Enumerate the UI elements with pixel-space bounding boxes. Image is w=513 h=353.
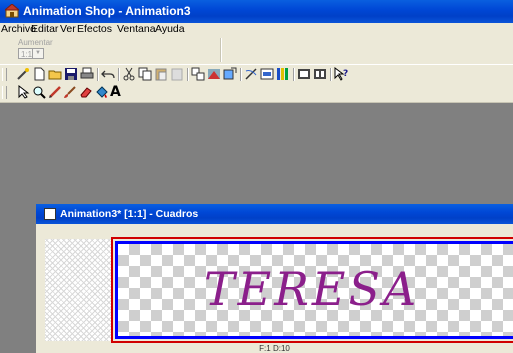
menu-bar: Archivo Editar Ver Efectos Ventana Ayuda [0, 23, 513, 36]
current-frame-border: TERESA [111, 237, 513, 343]
paste-icon[interactable] [154, 67, 168, 81]
app-icon [5, 4, 19, 18]
paste-disabled-icon[interactable] [170, 67, 184, 81]
color-palette-icon[interactable] [276, 67, 290, 81]
animation-properties-icon[interactable] [313, 67, 327, 81]
optimize-icon[interactable] [244, 67, 258, 81]
toolbar-grip[interactable] [2, 86, 7, 99]
undo-icon[interactable] [101, 67, 115, 81]
zoom-value: 1:1 [21, 50, 33, 59]
select-arrow-icon[interactable] [17, 85, 31, 99]
toolbar-grip[interactable] [2, 68, 7, 81]
toolbar-separator [97, 68, 99, 81]
app-title: Animation Shop - Animation3 [23, 4, 191, 18]
toolbar-separator [187, 68, 189, 81]
text-icon[interactable]: A [110, 83, 124, 100]
frame-properties-icon[interactable] [297, 67, 311, 81]
open-icon[interactable] [48, 67, 62, 81]
toolbar-separator [293, 68, 295, 81]
frame-status: F:1 D:10 [259, 344, 290, 353]
save-icon[interactable] [64, 67, 78, 81]
zoom-select[interactable]: 1:1 ▼ [18, 48, 44, 59]
tools-toolbar: A [0, 83, 513, 103]
wizard-icon[interactable] [16, 67, 30, 81]
copy-icon[interactable] [138, 67, 152, 81]
brush-icon[interactable] [63, 85, 77, 99]
resize-icon[interactable] [223, 67, 237, 81]
animation-window-title-bar[interactable]: Animation3* [1:1] - Cuadros [36, 204, 513, 224]
frame-thumbnail[interactable] [45, 239, 111, 341]
menu-ayuda[interactable]: Ayuda [155, 23, 185, 36]
view-animation-icon[interactable] [260, 67, 274, 81]
chevron-down-icon[interactable]: ▼ [32, 49, 43, 58]
animation-window: Animation3* [1:1] - Cuadros TERESA F:1 D… [36, 204, 513, 353]
transition-icon[interactable] [191, 67, 205, 81]
window-icon[interactable] [44, 208, 56, 220]
frame-text-teresa: TERESA [204, 262, 420, 316]
eraser-icon[interactable] [79, 85, 93, 99]
menu-efectos[interactable]: Efectos [77, 23, 112, 36]
cut-icon[interactable] [122, 67, 136, 81]
toolbar-separator [220, 38, 222, 62]
menu-ventana[interactable]: Ventana [117, 23, 156, 36]
animation-window-title: Animation3* [1:1] - Cuadros [60, 208, 199, 220]
app-title-bar[interactable]: Animation Shop - Animation3 [0, 0, 513, 23]
toolbar-separator [118, 68, 120, 81]
main-toolbar: ? [0, 64, 513, 84]
menu-editar[interactable]: Editar [31, 23, 58, 36]
zoom-icon[interactable] [32, 85, 46, 99]
toolbar-separator [240, 68, 242, 81]
fill-icon[interactable] [95, 85, 109, 99]
selected-frame[interactable]: TERESA [115, 241, 513, 339]
zoom-label: Aumentar [18, 38, 53, 47]
svg-text:?: ? [343, 69, 348, 79]
toolbar-separator [330, 68, 332, 81]
frame-strip: TERESA [40, 228, 513, 345]
print-icon[interactable] [80, 67, 94, 81]
pencil-icon[interactable] [48, 85, 62, 99]
help-icon[interactable]: ? [334, 67, 348, 81]
menu-ver[interactable]: Ver [60, 23, 76, 36]
effects-icon[interactable] [207, 67, 221, 81]
new-icon[interactable] [32, 67, 46, 81]
zoom-toolbar: Aumentar 1:1 ▼ [0, 36, 513, 64]
